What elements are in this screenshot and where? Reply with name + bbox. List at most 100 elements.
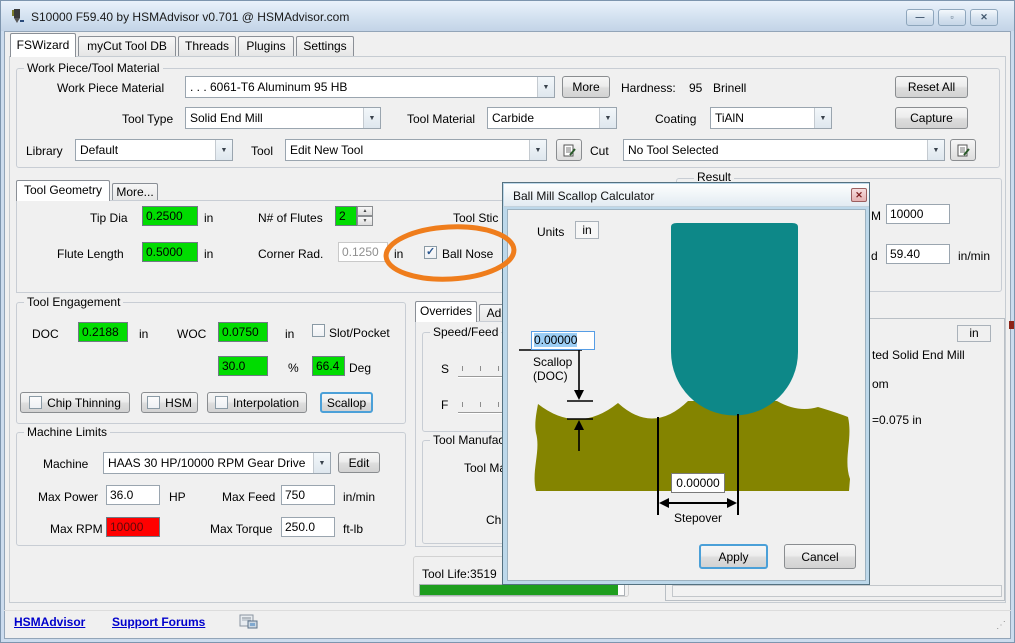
- reset-all-button[interactable]: Reset All: [895, 76, 968, 98]
- cut-select[interactable]: No Tool Selected▼: [623, 139, 945, 161]
- results-line3-fragment: =0.075 in: [872, 413, 952, 427]
- tip-dia-input[interactable]: [142, 206, 198, 226]
- doc-input[interactable]: [78, 322, 128, 342]
- footer-divider: [4, 610, 1011, 611]
- library-label: Library: [26, 144, 63, 158]
- resize-grip[interactable]: ⋰: [996, 620, 1006, 631]
- hsmadvisor-link[interactable]: HSMAdvisor: [14, 615, 85, 629]
- edit-machine-button[interactable]: Edit: [338, 452, 380, 473]
- spin-up-icon[interactable]: ▲: [357, 206, 373, 216]
- app-icon: [9, 8, 25, 24]
- hardness-value: 95: [689, 81, 702, 95]
- chevron-down-icon: ▼: [363, 108, 380, 128]
- tab-tool-geometry[interactable]: Tool Geometry: [16, 180, 110, 201]
- machine-select[interactable]: HAAS 30 HP/10000 RPM Gear Drive▼: [103, 452, 331, 474]
- rpm-input[interactable]: [886, 204, 950, 224]
- feedback-icon[interactable]: [239, 613, 259, 630]
- scallop-doc-label-line1: Scallop: [533, 355, 572, 369]
- support-forums-link[interactable]: Support Forums: [112, 615, 205, 629]
- chip-thinning-checkbox[interactable]: [29, 396, 42, 409]
- workpiece-group-label: Work Piece/Tool Material: [24, 62, 163, 75]
- ball-nose-checkbox[interactable]: [424, 246, 437, 259]
- tool-select[interactable]: Edit New Tool▼: [285, 139, 547, 161]
- tool-value: Edit New Tool: [286, 143, 529, 157]
- chevron-down-icon: ▼: [529, 140, 546, 160]
- tab-fswizard[interactable]: FSWizard: [10, 33, 76, 57]
- max-power-input[interactable]: [106, 485, 160, 505]
- scallop-doc-input[interactable]: 0.00000: [531, 331, 595, 350]
- tab-geometry-more[interactable]: More...: [112, 183, 158, 201]
- chip-thinning-button[interactable]: Chip Thinning: [20, 392, 130, 413]
- scallop-button[interactable]: Scallop: [320, 392, 373, 413]
- max-power-unit: HP: [169, 490, 186, 504]
- work-piece-material-label: Work Piece Material: [57, 81, 164, 95]
- spin-down-icon[interactable]: ▼: [357, 216, 373, 226]
- max-feed-label: Max Feed: [222, 490, 275, 504]
- chevron-down-icon: ▼: [313, 453, 330, 473]
- max-rpm-input[interactable]: [106, 517, 160, 537]
- manufacturer-group-label: Tool Manufac: [430, 434, 507, 447]
- library-value: Default: [76, 143, 215, 157]
- library-select[interactable]: Default▼: [75, 139, 233, 161]
- work-piece-material-value: . . . 6061-T6 Aluminum 95 HB: [186, 80, 537, 94]
- stepover-input[interactable]: 0.00000: [671, 473, 725, 493]
- title-bar[interactable]: S10000 F59.40 by HSMAdvisor v0.701 @ HSM…: [1, 1, 1014, 31]
- coating-select[interactable]: TiAlN▼: [710, 107, 832, 129]
- tip-dia-unit: in: [204, 211, 213, 225]
- edge-marker: [1009, 321, 1014, 329]
- flutes-label: N# of Flutes: [258, 211, 323, 225]
- tool-db-button[interactable]: [556, 139, 582, 161]
- tool-material-value: Carbide: [488, 111, 599, 125]
- tab-threads[interactable]: Threads: [178, 36, 236, 56]
- feed-input[interactable]: [886, 244, 950, 264]
- woc-input[interactable]: [218, 322, 268, 342]
- flute-length-label: Flute Length: [57, 247, 124, 261]
- engagement-angle-input[interactable]: [312, 356, 345, 376]
- tab-overrides[interactable]: Overrides: [415, 301, 477, 322]
- max-feed-input[interactable]: [281, 485, 335, 505]
- hardness-label: Hardness:: [621, 81, 676, 95]
- hsm-checkbox[interactable]: [147, 396, 160, 409]
- cancel-button[interactable]: Cancel: [784, 544, 856, 569]
- capture-button[interactable]: Capture: [895, 107, 968, 129]
- flutes-stepper[interactable]: ▲▼: [357, 206, 373, 226]
- interpolation-label: Interpolation: [233, 396, 299, 410]
- hsm-button[interactable]: HSM: [141, 392, 198, 413]
- apply-button[interactable]: Apply: [699, 544, 768, 569]
- tab-plugins[interactable]: Plugins: [238, 36, 294, 56]
- slider-tick: [480, 366, 481, 371]
- tab-settings[interactable]: Settings: [296, 36, 354, 56]
- tool-type-select[interactable]: Solid End Mill▼: [185, 107, 381, 129]
- flute-length-input[interactable]: [142, 242, 198, 262]
- results-unit-tab[interactable]: in: [957, 325, 991, 342]
- chevron-down-icon: ▼: [814, 108, 831, 128]
- machine-value: HAAS 30 HP/10000 RPM Gear Drive: [104, 456, 313, 470]
- flutes-input[interactable]: [335, 206, 357, 226]
- work-piece-material-select[interactable]: . . . 6061-T6 Aluminum 95 HB▼: [185, 76, 555, 98]
- interpolation-button[interactable]: Interpolation: [207, 392, 307, 413]
- woc-percent-input[interactable]: [218, 356, 268, 376]
- ball-nose-label: Ball Nose: [442, 247, 493, 261]
- tool-stickout-label-fragment: Tool Stic: [453, 211, 501, 225]
- corner-rad-input[interactable]: [338, 242, 388, 262]
- feed-override-label: F: [441, 398, 448, 412]
- minimize-button[interactable]: —: [906, 9, 934, 26]
- hardness-unit: Brinell: [713, 81, 746, 95]
- scallop-diagram: [503, 183, 871, 586]
- more-button[interactable]: More: [562, 76, 610, 98]
- tool-material-label: Tool Material: [407, 112, 475, 126]
- close-button[interactable]: ✕: [970, 9, 998, 26]
- tab-mycut-tool-db[interactable]: myCut Tool DB: [78, 36, 176, 56]
- stepover-label: Stepover: [658, 511, 738, 525]
- tool-material-select[interactable]: Carbide▼: [487, 107, 617, 129]
- percent-unit: %: [288, 361, 299, 375]
- tool-type-label: Tool Type: [122, 112, 173, 126]
- engagement-group-label: Tool Engagement: [24, 296, 123, 309]
- slot-pocket-label: Slot/Pocket: [329, 326, 390, 340]
- interpolation-checkbox[interactable]: [215, 396, 228, 409]
- slot-pocket-checkbox[interactable]: [312, 324, 325, 337]
- cut-db-button[interactable]: [950, 139, 976, 161]
- speed-override-label: S: [441, 362, 449, 376]
- max-torque-input[interactable]: [281, 517, 335, 537]
- maximize-button[interactable]: ▫: [938, 9, 966, 26]
